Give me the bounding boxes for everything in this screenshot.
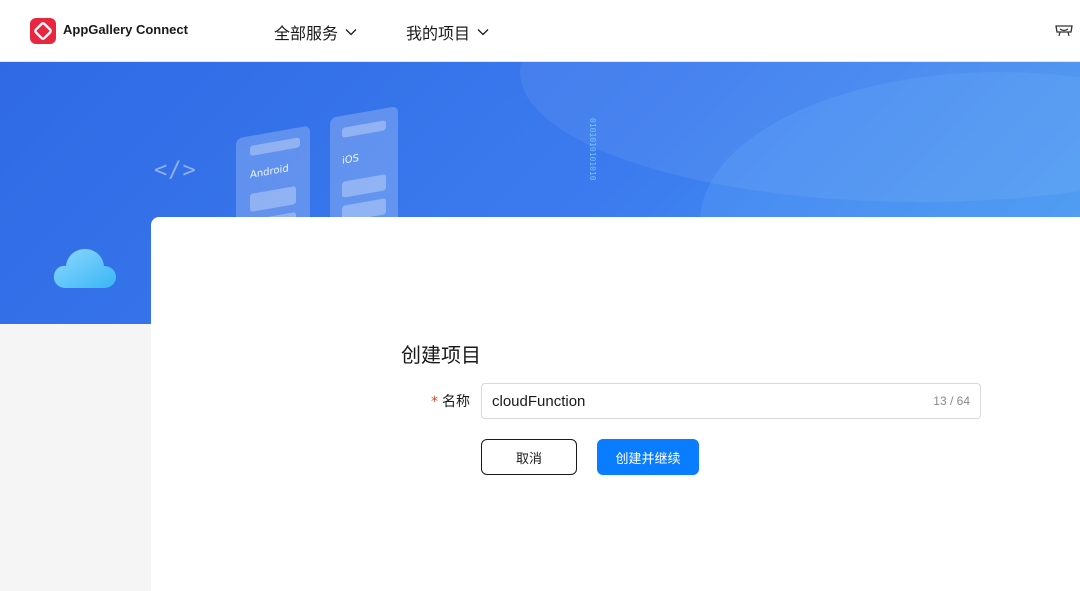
binary-stream-decoration: 0101010101010 [588, 118, 597, 181]
top-bar: AppGallery Connect 全部服务 我的项目 [0, 0, 1080, 62]
nav-my-projects[interactable]: 我的项目 [406, 20, 490, 44]
nav-all-services-label: 全部服务 [274, 24, 339, 43]
code-icon: </> [154, 158, 197, 183]
cloud-icon [53, 249, 116, 288]
ios-label: iOS [342, 152, 359, 167]
card-bar [250, 137, 300, 157]
nav-all-services[interactable]: 全部服务 [274, 20, 358, 44]
name-label-text: 名称 [442, 394, 470, 410]
nav-my-projects-label: 我的项目 [406, 24, 471, 43]
create-project-panel: 创建项目 *名称 13 / 64 取消 创建并继续 [151, 217, 1080, 591]
name-label: * 名称 [431, 391, 470, 411]
appgallery-logo-icon[interactable] [30, 18, 56, 44]
android-label: Android [250, 163, 289, 182]
project-name-field[interactable]: 13 / 64 [481, 383, 981, 419]
cancel-button[interactable]: 取消 [481, 439, 577, 475]
create-and-continue-button[interactable]: 创建并继续 [597, 439, 699, 475]
customer-service-icon[interactable] [1054, 20, 1074, 40]
card-bar [342, 174, 386, 198]
char-counter: 13 / 64 [933, 394, 970, 408]
card-bar [342, 120, 386, 138]
required-mark: * [431, 394, 438, 410]
card-bar [250, 185, 296, 213]
brand-name[interactable]: AppGallery Connect [63, 22, 188, 37]
project-name-input[interactable] [492, 384, 912, 418]
page-title: 创建项目 [401, 343, 481, 367]
chevron-down-icon [345, 29, 357, 36]
chevron-down-icon [477, 29, 489, 36]
